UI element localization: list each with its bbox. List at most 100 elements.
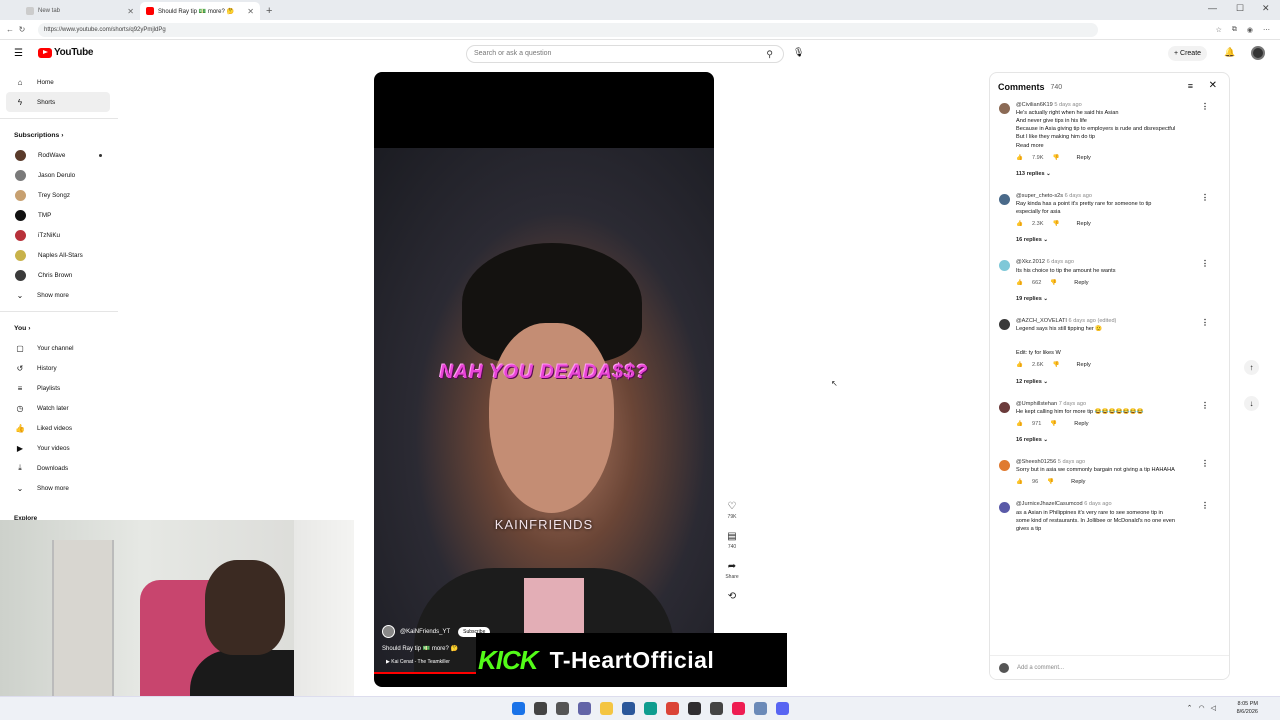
comment-menu-icon[interactable]: ⋮ [1201, 458, 1209, 470]
like-icon[interactable]: 👍 [1016, 361, 1023, 369]
store-icon[interactable] [622, 702, 635, 715]
dislike-icon[interactable]: 👎 [1052, 220, 1059, 228]
comment-author[interactable]: @Xkz.2012 [1016, 259, 1045, 265]
close-window-button[interactable]: ✕ [1262, 3, 1270, 14]
explorer-icon[interactable] [600, 702, 613, 715]
tray-expand-icon[interactable]: ⌃ [1187, 704, 1193, 712]
comment-menu-icon[interactable]: ⋮ [1201, 192, 1209, 204]
commenter-avatar[interactable] [999, 401, 1010, 413]
dislike-icon[interactable]: 👎 [1050, 279, 1057, 287]
comment-menu-icon[interactable]: ⋮ [1201, 258, 1209, 270]
reply-button[interactable]: Reply [1074, 420, 1088, 428]
reply-button[interactable]: Reply [1076, 154, 1090, 162]
channel-avatar[interactable] [382, 625, 395, 638]
close-tab-icon[interactable]: ✕ [127, 7, 134, 16]
commenter-avatar[interactable] [999, 502, 1010, 514]
video-title[interactable]: Should Ray tip 💵 more? 🤔 [382, 645, 458, 652]
sidebar-item-you[interactable]: ▢ Your channel [0, 338, 118, 358]
action-button[interactable]: ▤ 740 [722, 530, 742, 550]
add-comment-input[interactable]: Add a comment... [1017, 665, 1064, 671]
sidebar-item-you[interactable]: ≡ Playlists [0, 378, 118, 398]
search-input[interactable]: Search or ask a question ⚲ [466, 45, 784, 63]
edge-icon[interactable] [644, 702, 657, 715]
you-header[interactable]: You › [0, 318, 118, 338]
commenter-avatar[interactable] [999, 103, 1010, 114]
menu-dots-icon[interactable]: ⋯ [1263, 26, 1270, 34]
comment-menu-icon[interactable]: ⋮ [1201, 400, 1209, 412]
commenter-avatar[interactable] [999, 193, 1010, 205]
replies-toggle[interactable]: 113 replies ⌄ [1016, 170, 1207, 178]
like-icon[interactable]: 👍 [1016, 478, 1023, 486]
share-icon[interactable]: ➦ [722, 560, 742, 574]
replies-toggle[interactable]: 16 replies ⌄ [1016, 436, 1207, 444]
sidebar-item-you[interactable]: ↺ History [0, 358, 118, 378]
sidebar-item-subscription[interactable]: Naples All-Stars [0, 245, 118, 265]
dislike-icon[interactable]: 👎 [1052, 361, 1059, 369]
profile-icon[interactable]: ◉ [1247, 26, 1253, 34]
sidebar-item-subscription[interactable]: Jason Derulo [0, 165, 118, 185]
notifications-bell-icon[interactable]: 🔔 [1224, 47, 1235, 58]
channel-name[interactable]: @KaiNFriends_YT [400, 629, 450, 635]
comment-menu-icon[interactable]: ⋮ [1201, 101, 1209, 113]
replies-toggle[interactable]: 16 replies ⌄ [1016, 236, 1207, 244]
youtube-logo[interactable]: YouTube [38, 47, 94, 58]
action-button[interactable]: ⟲ [722, 590, 742, 604]
show-more-subscriptions[interactable]: ⌄ Show more [0, 285, 118, 305]
like-icon[interactable]: 👍 [1016, 154, 1023, 162]
bookmark-icon[interactable]: ☆ [1216, 26, 1222, 34]
previous-short-button[interactable]: ↑ [1244, 360, 1259, 375]
microphone-icon[interactable]: 🎙 [793, 47, 804, 58]
dislike-icon[interactable]: 👎 [1047, 478, 1054, 486]
remix-icon[interactable]: ⟲ [722, 590, 742, 604]
obs-icon[interactable] [688, 702, 701, 715]
sidebar-item-shorts[interactable]: ϟ Shorts [6, 92, 110, 112]
browser-tab[interactable]: New tab ✕ [20, 2, 140, 20]
next-short-button[interactable]: ↓ [1244, 396, 1259, 411]
comment-author[interactable]: @Umphillstehan [1016, 401, 1057, 407]
reply-button[interactable]: Reply [1071, 478, 1085, 486]
sidebar-item-subscription[interactable]: TMP [0, 205, 118, 225]
show-more-you[interactable]: ⌄ Show more [0, 478, 118, 498]
comment-icon[interactable]: ▤ [722, 530, 742, 544]
comment-author[interactable]: @AZCH_XOVELATI [1016, 318, 1067, 324]
sidebar-item-you[interactable]: ⤓ Downloads [0, 458, 118, 478]
dislike-icon[interactable]: 👎 [1052, 154, 1059, 162]
add-comment-row[interactable]: Add a comment... [990, 655, 1229, 679]
user-avatar[interactable] [1251, 46, 1265, 60]
comment-author[interactable]: @Civilian6K19 [1016, 102, 1053, 108]
comment-menu-icon[interactable]: ⋮ [1201, 500, 1209, 512]
comment-author[interactable]: @Sheesh01256 [1016, 459, 1056, 465]
commenter-avatar[interactable] [999, 260, 1010, 272]
reply-button[interactable]: Reply [1074, 279, 1088, 287]
replies-toggle[interactable]: 19 replies ⌄ [1016, 295, 1207, 303]
sidebar-item-subscription[interactable]: Trey Songz [0, 185, 118, 205]
sidebar-item-subscription[interactable]: Chris Brown [0, 265, 118, 285]
windows-start-icon[interactable] [512, 702, 525, 715]
new-tab-button[interactable]: + [266, 2, 272, 20]
extensions-icon[interactable]: ⧉ [1232, 26, 1237, 34]
hamburger-menu-icon[interactable]: ☰ [14, 48, 23, 59]
sort-icon[interactable]: ≡ [1188, 81, 1193, 91]
video-song-link[interactable]: ▶ Kai Cenat - The Teamkiller [386, 659, 450, 665]
create-button[interactable]: + Create [1168, 46, 1208, 61]
back-icon[interactable]: ← [4, 25, 16, 34]
minimize-button[interactable]: — [1208, 3, 1217, 13]
sidebar-item-subscription[interactable]: iTzNiKu [0, 225, 118, 245]
like-icon[interactable]: 👍 [1016, 220, 1023, 228]
app-icon[interactable] [710, 702, 723, 715]
commenter-avatar[interactable] [999, 460, 1010, 472]
replies-toggle[interactable]: 12 replies ⌄ [1016, 378, 1207, 386]
taskview-icon[interactable] [556, 702, 569, 715]
shorts-video-player[interactable]: NAH YOU DEADA$$? KAINFRIENDS @KaiNFriend… [374, 72, 714, 687]
close-icon[interactable]: ✕ [1209, 80, 1217, 91]
action-button[interactable]: ♡ 79K [722, 500, 742, 520]
sidebar-item-subscription[interactable]: RodWave [0, 145, 118, 165]
commenter-avatar[interactable] [999, 318, 1010, 330]
like-icon[interactable]: ♡ [722, 500, 742, 514]
volume-icon[interactable]: ◁ [1211, 704, 1216, 712]
sidebar-item-home[interactable]: ⌂ Home [0, 72, 118, 92]
sidebar-item-you[interactable]: ◷ Watch later [0, 398, 118, 418]
clock[interactable]: 8:05 PM 8/6/2026 [1237, 700, 1258, 717]
reply-button[interactable]: Reply [1076, 220, 1090, 228]
url-field[interactable]: https://www.youtube.com/shorts/q92yPmjld… [38, 22, 1098, 37]
